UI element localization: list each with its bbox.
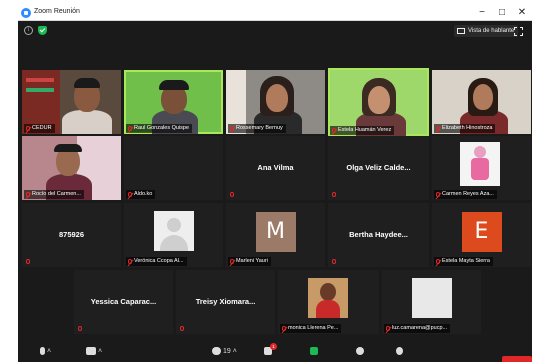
participant-display-name: Ana Vilma [257, 162, 294, 172]
muted-mic-icon [332, 128, 336, 133]
muted-mic-icon [78, 326, 82, 331]
participant-name: Carmen Reyes Aza... [434, 190, 497, 199]
participant-tile[interactable]: 875926 [22, 203, 121, 267]
participant-tile[interactable]: Ana Vilma [226, 136, 325, 200]
profile-picture [460, 142, 500, 186]
participant-display-name: Olga Veliz Calde... [346, 162, 411, 172]
participant-name: Rocío del Carmen... [24, 190, 84, 199]
muted-mic-icon [180, 326, 184, 331]
participant-tile[interactable]: E Estela Mayta Sierra [432, 203, 531, 267]
security-shield-icon[interactable] [38, 26, 47, 35]
view-toggle-button[interactable]: Vista de hablante [454, 25, 519, 37]
maximize-button[interactable]: □ [492, 6, 512, 20]
muted-mic-icon [230, 259, 234, 264]
view-toggle-label: Vista de hablante [468, 28, 515, 34]
mute-button[interactable]: ˄ [40, 347, 51, 355]
muted-mic-icon [332, 259, 336, 264]
window-title: Zoom Reunión [34, 8, 80, 15]
reactions-icon [396, 347, 403, 355]
fullscreen-icon[interactable] [514, 27, 523, 36]
participant-tile[interactable]: Elizabeth Hinostroza [432, 70, 531, 134]
participant-display-name: Treisy Xiomara... [195, 296, 256, 306]
participant-tile[interactable]: Carmen Reyes Aza... [432, 136, 531, 200]
muted-mic-icon [436, 259, 440, 264]
participant-tile[interactable]: Raul Gonzales Quispe [124, 70, 223, 134]
muted-mic-icon [26, 126, 30, 131]
meeting-topbar: i Vista de hablante [18, 22, 532, 40]
avatar-initial: M [266, 219, 285, 244]
participant-display-name: Yessica Caparac... [90, 296, 157, 306]
muted-mic-icon [332, 192, 336, 197]
participants-count: 19 [222, 347, 231, 355]
participants-button[interactable]: 19 ˄ [212, 347, 237, 355]
share-screen-button[interactable] [310, 347, 318, 355]
participant-tile[interactable]: luz.camarena@pucp... [382, 270, 481, 334]
participant-tile[interactable]: Aldo.ko [124, 136, 223, 200]
close-button[interactable]: ✕ [512, 6, 532, 20]
muted-mic-icon [230, 126, 234, 131]
participant-tile[interactable]: CEDUR [22, 70, 121, 134]
participant-tile[interactable]: Olga Veliz Calde... [328, 136, 429, 200]
minimize-button[interactable]: − [472, 6, 492, 20]
participant-display-name: 875926 [58, 229, 85, 239]
participant-name: Verónica Ccopa Al... [126, 257, 187, 266]
participant-name: monica Llerena Pe... [280, 324, 342, 333]
muted-mic-icon [128, 192, 132, 197]
leave-button[interactable] [502, 356, 532, 362]
initial-avatar: E [461, 212, 502, 252]
default-avatar-icon [154, 211, 194, 251]
muted-mic-icon [436, 126, 440, 131]
record-icon [356, 347, 364, 355]
video-camera-icon [86, 347, 96, 355]
video-button[interactable]: ˄ [86, 347, 102, 355]
zoom-window: Zoom Reunión − □ ✕ i Vista de hablante C… [18, 5, 532, 362]
participant-name: Elizabeth Hinostroza [434, 124, 496, 133]
participants-icon [212, 347, 221, 355]
participant-tile[interactable]: Verónica Ccopa Al... [124, 203, 223, 267]
muted-mic-icon [230, 192, 234, 197]
participant-tile[interactable]: Rossemary Bernuy [226, 70, 325, 134]
participant-display-name: Bertha Haydee... [349, 229, 408, 239]
zoom-logo-icon [21, 8, 31, 18]
participant-name: Marleni Yauri [228, 257, 271, 266]
muted-mic-icon [282, 326, 286, 331]
avatar-initial: E [474, 219, 489, 244]
muted-mic-icon [128, 126, 132, 131]
participant-tile[interactable]: Treisy Xiomara... [176, 270, 275, 334]
participant-tile-active-speaker[interactable]: Estela Huamán Verez [328, 68, 429, 136]
participant-tile[interactable]: Bertha Haydee... [328, 203, 429, 267]
meeting-toolbar: ˄ ˄ 19 ˄ 1 [18, 343, 532, 362]
chat-button[interactable]: 1 [264, 343, 277, 355]
participant-name: Aldo.ko [126, 190, 156, 199]
reactions-button[interactable] [396, 347, 403, 355]
muted-mic-icon [128, 259, 132, 264]
profile-picture [412, 278, 452, 318]
participant-tile[interactable]: monica Llerena Pe... [278, 270, 379, 334]
chat-unread-badge: 1 [270, 343, 277, 350]
microphone-icon [40, 347, 45, 355]
participant-tile[interactable]: Yessica Caparac... [74, 270, 173, 334]
record-button[interactable] [356, 347, 364, 355]
profile-picture [308, 278, 348, 318]
info-icon[interactable]: i [24, 26, 33, 35]
participant-name: luz.camarena@pucp... [384, 324, 451, 333]
muted-mic-icon [436, 192, 440, 197]
participant-tile[interactable]: Rocío del Carmen... [22, 136, 121, 200]
participant-name: Estela Mayta Sierra [434, 257, 493, 266]
muted-mic-icon [386, 326, 390, 331]
participant-name: Estela Huamán Verez [330, 126, 395, 135]
initial-avatar: M [255, 212, 296, 252]
muted-mic-icon [26, 259, 30, 264]
view-grid-icon [457, 28, 465, 34]
participant-name: Rossemary Bernuy [228, 124, 286, 133]
participant-name: Raul Gonzales Quispe [126, 124, 193, 133]
participant-tile[interactable]: M Marleni Yauri [226, 203, 325, 267]
share-screen-icon [310, 347, 318, 355]
participant-name: CEDUR [24, 124, 55, 133]
title-bar: Zoom Reunión − □ ✕ [18, 5, 532, 21]
muted-mic-icon [26, 192, 30, 197]
